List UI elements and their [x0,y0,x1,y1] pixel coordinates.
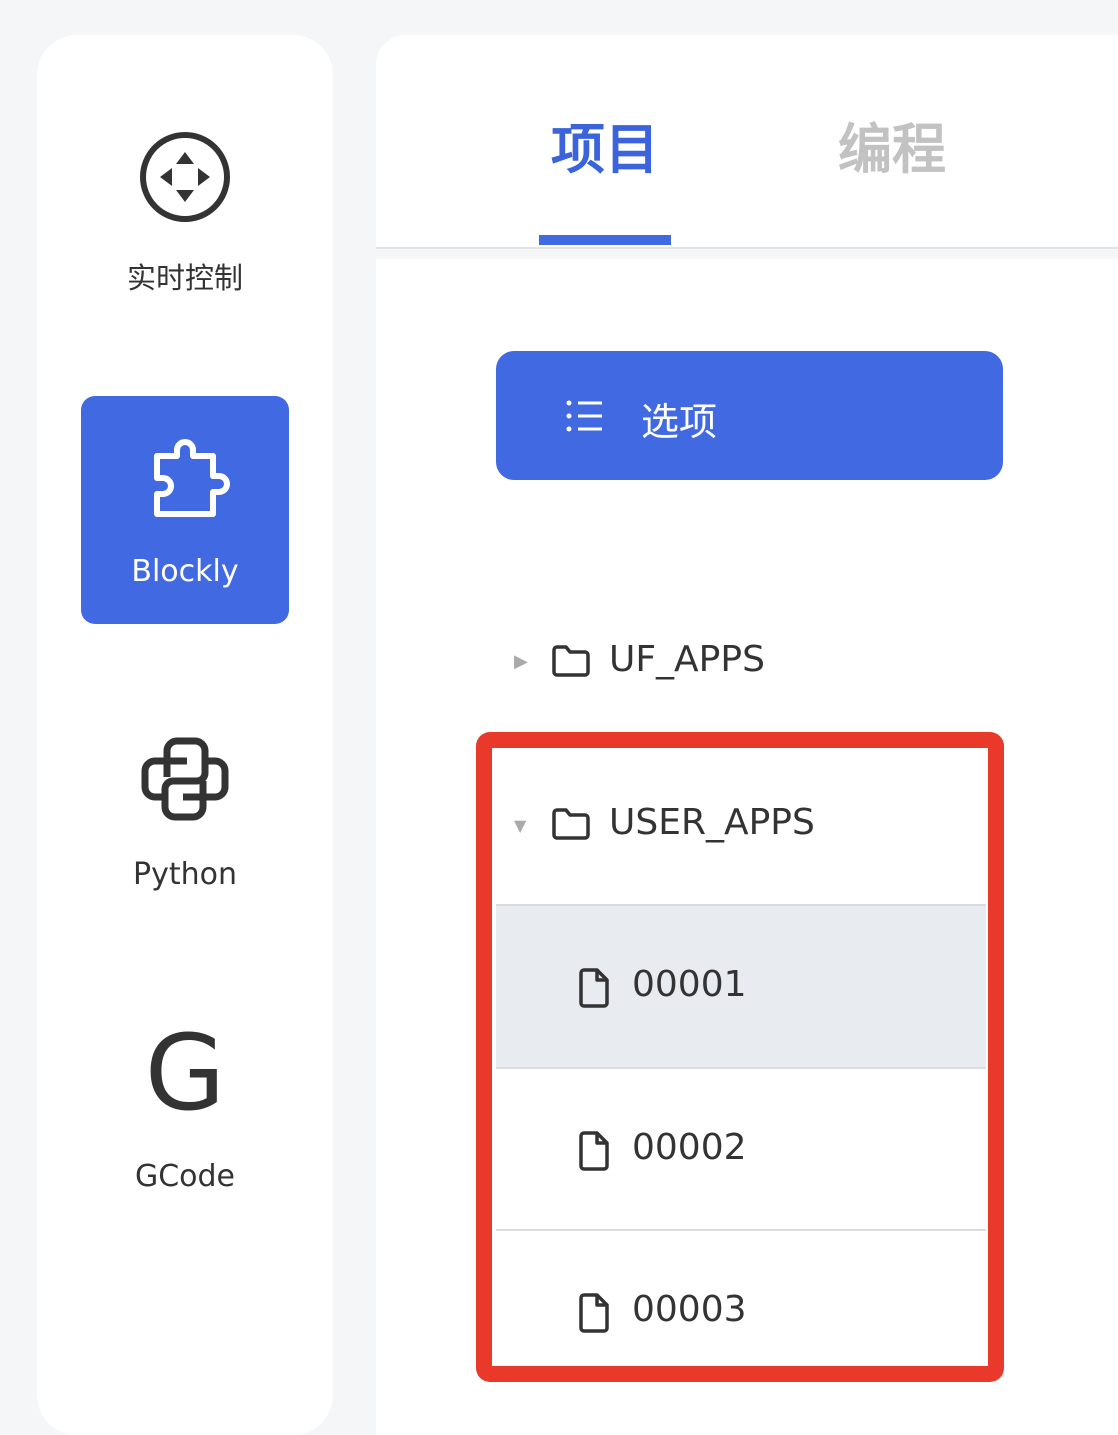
file-name: 00003 [632,1289,747,1330]
folder-name: USER_APPS [609,802,815,843]
sidebar-item-label: 实时控制 [126,261,243,295]
list-icon [566,399,604,437]
folder-name: UF_APPS [609,639,765,680]
folder-icon [551,807,591,845]
file-row-00001[interactable]: 00001 [496,904,986,1068]
sidebar-item-label: GCode [134,1159,236,1194]
tab-bar: 项目 编程 [376,35,1118,249]
sidebar-item-python[interactable]: Python [81,699,289,927]
sidebar-item-label: Blockly [131,554,239,589]
file-row-00002[interactable]: 00002 [496,1067,986,1231]
options-button[interactable]: 选项 [496,351,1003,480]
file-icon [578,1131,610,1175]
folder-row-uf-apps[interactable]: ▶ UF_APPS [496,581,986,743]
sidebar: 实时控制 Blockly Python G GCode [37,35,333,1435]
options-button-label: 选项 [641,400,718,444]
folder-row-user-apps[interactable]: ▼ USER_APPS [496,744,986,906]
file-name: 00001 [632,964,747,1005]
python-icon [81,731,289,827]
active-tab-indicator [539,235,671,245]
sidebar-item-gcode[interactable]: G GCode [81,999,289,1227]
puzzle-icon [81,432,289,524]
gcode-icon: G [144,1012,226,1134]
caret-down-icon[interactable]: ▼ [514,816,526,835]
file-icon [578,968,610,1012]
main-panel: 项目 编程 选项 ▶ UF_APPS ▼ USER_APPS 00001 000… [376,35,1118,1435]
move-control-icon [81,130,289,224]
file-row-00003[interactable]: 00003 [496,1229,986,1393]
sidebar-item-realtime-control[interactable]: 实时控制 [81,115,289,343]
sidebar-item-blockly[interactable]: Blockly [81,396,289,624]
divider [376,249,1118,259]
tab-programming[interactable]: 编程 [838,105,946,184]
caret-right-icon[interactable]: ▶ [514,651,528,672]
file-name: 00002 [632,1127,747,1168]
tab-project[interactable]: 项目 [551,105,659,184]
file-icon [578,1293,610,1337]
folder-icon [551,644,591,682]
sidebar-item-label: Python [133,857,237,892]
